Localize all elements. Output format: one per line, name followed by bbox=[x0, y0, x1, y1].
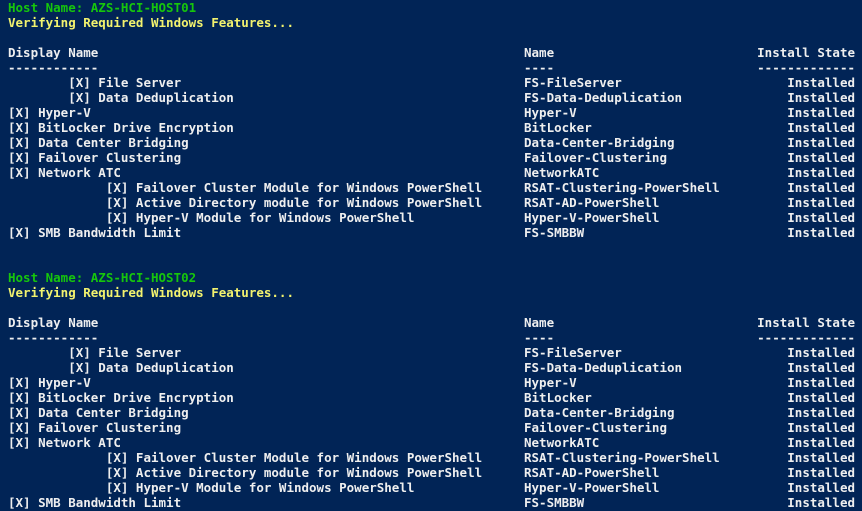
cell-install-state: Installed bbox=[787, 390, 855, 405]
host-name-line: Host Name: AZS-HCI-HOST02 bbox=[8, 270, 197, 285]
table-row: [X] Network ATC NetworkATC Installed bbox=[0, 165, 862, 180]
table-row: [X] Hyper-V Hyper-V Installed bbox=[0, 105, 862, 120]
table-row: [X] Failover Cluster Module for Windows … bbox=[0, 450, 862, 465]
table-row: [X] SMB Bandwidth Limit FS-SMBBW Installed bbox=[0, 225, 862, 240]
cell-install-state: Installed bbox=[787, 375, 855, 390]
table-row: [X] BitLocker Drive Encryption BitLocker I… bbox=[0, 390, 862, 405]
cell-install-state: Installed bbox=[787, 195, 855, 210]
table-row: [X] Active Directory module for Windows … bbox=[0, 465, 862, 480]
verifying-features-line: Verifying Required Windows Features... bbox=[8, 15, 294, 30]
cell-install-state: Installed bbox=[787, 165, 855, 180]
table-row: [X] BitLocker Drive Encryption BitLocker I… bbox=[0, 120, 862, 135]
cell-install-state: Installed bbox=[787, 120, 855, 135]
table-row: [X] SMB Bandwidth Limit FS-SMBBW Installed bbox=[0, 495, 862, 510]
host-name-line: Host Name: AZS-HCI-HOST01 bbox=[8, 0, 197, 15]
cell-install-state: Installed bbox=[787, 75, 855, 90]
table-row: [X] Failover Cluster Module for Windows … bbox=[0, 180, 862, 195]
table-row: [X] File Server FS-FileServer Installed bbox=[0, 75, 862, 90]
cell-install-state: Installed bbox=[787, 420, 855, 435]
cell-install-state: Install State bbox=[757, 45, 855, 60]
table-row: [X] Active Directory module for Windows … bbox=[0, 195, 862, 210]
table-row: [X] Failover Clustering Failover-Clusteri… bbox=[0, 150, 862, 165]
table-row: [X] Hyper-V Module for Windows PowerShel… bbox=[0, 480, 862, 495]
table-row: [X] Data Deduplication FS-Data-Deduplicat… bbox=[0, 90, 862, 105]
verifying-features-line: Verifying Required Windows Features... bbox=[8, 285, 294, 300]
table-row: [X] Hyper-V Module for Windows PowerShel… bbox=[0, 210, 862, 225]
table-row: [X] Hyper-V Hyper-V Installed bbox=[0, 375, 862, 390]
cell-install-state: Installed bbox=[787, 480, 855, 495]
cell-install-state: Install State bbox=[757, 315, 855, 330]
cell-install-state: Installed bbox=[787, 150, 855, 165]
host-output-block: Host Name: AZS-HCI-HOST01 Verifying Requi… bbox=[0, 0, 862, 270]
table-header-underline-row: ------------ ---- ------------- bbox=[0, 60, 862, 75]
cell-install-state: Installed bbox=[787, 465, 855, 480]
cell-install-state: Installed bbox=[787, 405, 855, 420]
table-row: [X] Data Deduplication FS-Data-Deduplicat… bbox=[0, 360, 862, 375]
powershell-terminal[interactable]: Host Name: AZS-HCI-HOST01 Verifying Requi… bbox=[0, 0, 862, 511]
table-header-underline-row: ------------ ---- ------------- bbox=[0, 330, 862, 345]
cell-install-state: Installed bbox=[787, 180, 855, 195]
table-header-row: Display Name Name Install State bbox=[0, 315, 862, 330]
table-row: [X] File Server FS-FileServer Installed bbox=[0, 345, 862, 360]
cell-install-state: Installed bbox=[787, 90, 855, 105]
cell-install-state: ------------- bbox=[757, 60, 855, 75]
cell-install-state: ------------- bbox=[757, 330, 855, 345]
cell-install-state: Installed bbox=[787, 495, 855, 510]
table-row: [X] Failover Clustering Failover-Clusteri… bbox=[0, 420, 862, 435]
cell-install-state: Installed bbox=[787, 135, 855, 150]
table-row: [X] Data Center Bridging Data-Center-Brid… bbox=[0, 405, 862, 420]
cell-install-state: Installed bbox=[787, 345, 855, 360]
cell-install-state: Installed bbox=[787, 435, 855, 450]
cell-install-state: Installed bbox=[787, 450, 855, 465]
cell-install-state: Installed bbox=[787, 225, 855, 240]
table-row: [X] Data Center Bridging Data-Center-Brid… bbox=[0, 135, 862, 150]
table-header-row: Display Name Name Install State bbox=[0, 45, 862, 60]
cell-install-state: Installed bbox=[787, 105, 855, 120]
table-row: [X] Network ATC NetworkATC Installed bbox=[0, 435, 862, 450]
cell-install-state: Installed bbox=[787, 210, 855, 225]
host-output-block: Host Name: AZS-HCI-HOST02 Verifying Requi… bbox=[0, 270, 862, 510]
cell-install-state: Installed bbox=[787, 360, 855, 375]
